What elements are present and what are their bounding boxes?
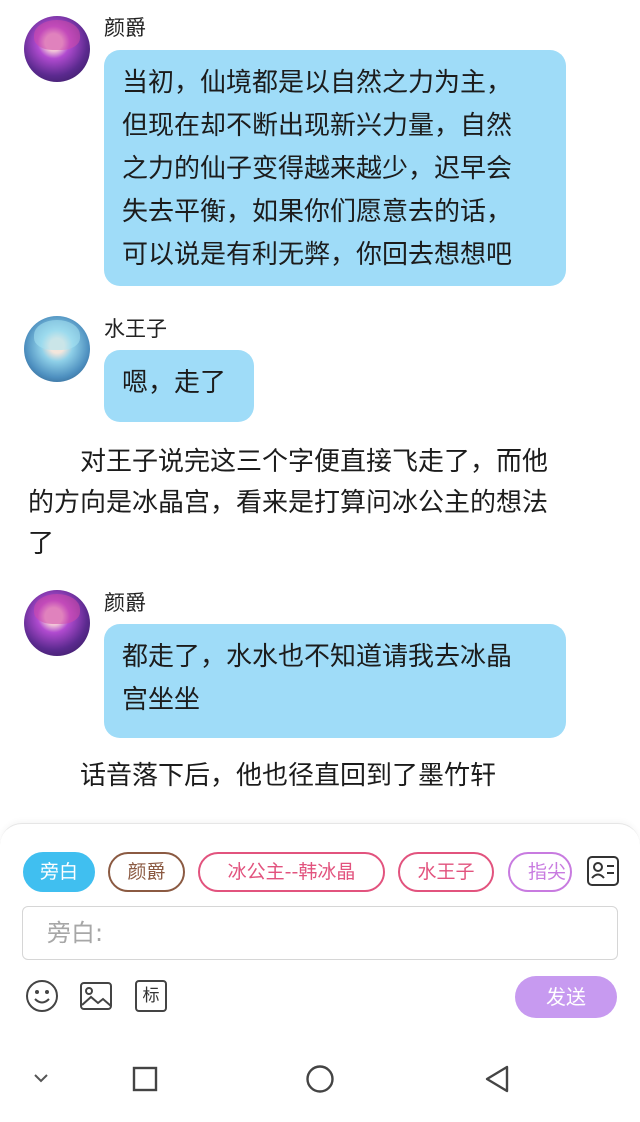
chevron-down-icon[interactable] [30,1067,52,1093]
narration-line: 了 [28,529,55,559]
narration-line: 的方向是冰晶宫，看来是打算问冰公主的想法 [28,488,549,518]
mark-label: 标 [142,986,160,1006]
narration-line: 话音落下后，他也径直回到了墨竹轩 [28,761,497,791]
contact-card-icon[interactable] [584,852,622,890]
narration-text: 对王子说完这三个字便直接飞走了，而他 的方向是冰晶宫，看来是打算问冰公主的想法 … [28,442,612,565]
composer-panel: 旁白 颜爵 冰公主--韩冰晶 水王子 指尖 旁白: 标 发送 [0,823,640,1046]
bubble-line: 但现在却不断出现新兴力量，自然 [122,111,513,141]
chat-area: 颜爵 当初，仙境都是以自然之力为主， 但现在却不断出现新兴力量，自然 之力的仙子… [0,0,640,820]
bubble-line: 嗯，走了 [122,368,227,398]
mark-tool-button[interactable]: 标 [133,978,169,1014]
avatar[interactable] [24,316,90,382]
role-chip-fingertip[interactable]: 指尖 [508,852,572,892]
role-chip-narrator[interactable]: 旁白 [23,852,95,892]
system-nav-bar [0,1045,640,1122]
message-bubble[interactable]: 都走了，水水也不知道请我去冰晶 宫坐坐 [104,624,566,738]
image-icon[interactable] [78,978,114,1014]
role-chip-yanjue[interactable]: 颜爵 [108,852,185,892]
message-bubble[interactable]: 嗯，走了 [104,350,254,422]
avatar[interactable] [24,590,90,656]
message-bubble[interactable]: 当初，仙境都是以自然之力为主， 但现在却不断出现新兴力量，自然 之力的仙子变得越… [104,50,566,286]
square-recents-icon[interactable] [131,1065,159,1097]
bubble-line: 可以说是有利无弊，你回去想想吧 [122,240,513,270]
circle-home-icon[interactable] [305,1064,335,1098]
role-chip-ice-princess[interactable]: 冰公主--韩冰晶 [198,852,385,892]
speaker-name: 颜爵 [104,16,146,40]
bubble-line: 宫坐坐 [122,685,201,715]
send-button[interactable]: 发送 [515,976,617,1018]
narration-line: 对王子说完这三个字便直接飞走了，而他 [28,447,549,477]
role-chip-water-prince[interactable]: 水王子 [398,852,494,892]
bubble-line: 都走了，水水也不知道请我去冰晶 [122,642,513,672]
bubble-line: 之力的仙子变得越来越少，迟早会 [122,154,513,184]
triangle-back-icon[interactable] [482,1064,512,1098]
speaker-name: 颜爵 [104,591,146,615]
narration-text: 话音落下后，他也径直回到了墨竹轩 [28,756,612,797]
bubble-line: 当初，仙境都是以自然之力为主， [122,68,513,98]
avatar[interactable] [24,16,90,82]
message-input[interactable]: 旁白: [22,906,618,960]
emoji-icon[interactable] [24,978,60,1014]
speaker-name: 水王子 [104,317,167,341]
bubble-line: 失去平衡，如果你们愿意去的话， [122,197,513,227]
